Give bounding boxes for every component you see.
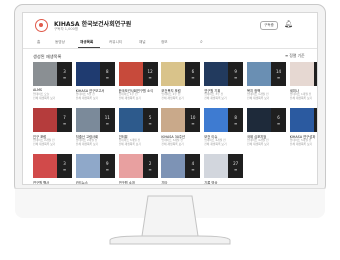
monitor-stand: [109, 195, 231, 245]
